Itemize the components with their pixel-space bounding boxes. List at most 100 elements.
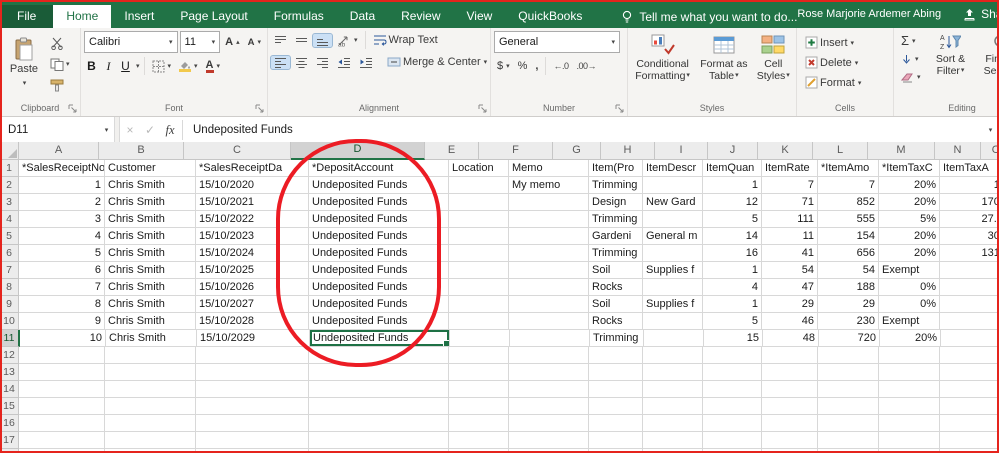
- cell-E11[interactable]: [450, 330, 510, 347]
- cell-L16[interactable]: [879, 415, 940, 432]
- column-header-G[interactable]: G: [553, 142, 601, 160]
- cell-J17[interactable]: [762, 432, 818, 449]
- cell-A14[interactable]: [19, 381, 105, 398]
- cell-I10[interactable]: 5: [703, 313, 762, 330]
- cell-C18[interactable]: [196, 449, 309, 453]
- row-header-18[interactable]: 18: [0, 449, 19, 453]
- column-header-D[interactable]: D: [291, 142, 425, 160]
- cell-L8[interactable]: 0%: [879, 279, 940, 296]
- cell-G14[interactable]: [589, 381, 643, 398]
- align-center-button[interactable]: [292, 56, 311, 69]
- cell-C10[interactable]: 15/10/2028: [196, 313, 309, 330]
- cell-L7[interactable]: Exempt: [879, 262, 940, 279]
- cell-B6[interactable]: Chris Smith: [105, 245, 196, 262]
- cell-B3[interactable]: Chris Smith: [105, 194, 196, 211]
- font-color-button[interactable]: A: [203, 59, 223, 74]
- column-header-E[interactable]: E: [425, 142, 479, 160]
- cell-A5[interactable]: 4: [19, 228, 105, 245]
- cell-G1[interactable]: Item(Pro: [589, 160, 643, 177]
- cell-I14[interactable]: [703, 381, 762, 398]
- clipboard-dialog-launcher[interactable]: [68, 104, 78, 114]
- cell-J7[interactable]: 54: [762, 262, 818, 279]
- cell-M12[interactable]: [940, 347, 999, 364]
- cell-I5[interactable]: 14: [703, 228, 762, 245]
- cell-K16[interactable]: [818, 415, 879, 432]
- cell-H12[interactable]: [643, 347, 703, 364]
- cell-E10[interactable]: [449, 313, 509, 330]
- cell-I12[interactable]: [703, 347, 762, 364]
- cell-M6[interactable]: 131.2: [940, 245, 999, 262]
- cell-E2[interactable]: [449, 177, 509, 194]
- cell-A18[interactable]: [19, 449, 105, 453]
- tab-insert[interactable]: Insert: [111, 5, 167, 28]
- name-box[interactable]: D11: [0, 117, 98, 143]
- column-header-A[interactable]: A: [19, 142, 99, 160]
- italic-button[interactable]: I: [101, 59, 116, 74]
- percent-style-button[interactable]: %: [515, 59, 531, 73]
- cell-B4[interactable]: Chris Smith: [105, 211, 196, 228]
- cell-H14[interactable]: [643, 381, 703, 398]
- cell-M15[interactable]: [940, 398, 999, 415]
- cell-L2[interactable]: 20%: [879, 177, 940, 194]
- cell-D12[interactable]: [309, 347, 449, 364]
- cell-I11[interactable]: 15: [704, 330, 763, 347]
- cell-D15[interactable]: [309, 398, 449, 415]
- cell-J18[interactable]: [762, 449, 818, 453]
- decrease-indent-button[interactable]: [334, 56, 354, 69]
- cell-M10[interactable]: [940, 313, 999, 330]
- cell-M7[interactable]: 0: [940, 262, 999, 279]
- column-header-F[interactable]: F: [479, 142, 553, 160]
- tab-formulas[interactable]: Formulas: [261, 5, 337, 28]
- cell-F10[interactable]: [509, 313, 589, 330]
- cell-D5[interactable]: Undeposited Funds: [309, 228, 449, 245]
- account-name[interactable]: Rose Marjorie Ardemer Abing: [797, 8, 941, 20]
- cell-B8[interactable]: Chris Smith: [105, 279, 196, 296]
- cell-D6[interactable]: Undeposited Funds: [309, 245, 449, 262]
- cell-C14[interactable]: [196, 381, 309, 398]
- cell-L13[interactable]: [879, 364, 940, 381]
- cell-J10[interactable]: 46: [762, 313, 818, 330]
- cell-D10[interactable]: Undeposited Funds: [309, 313, 449, 330]
- cell-J6[interactable]: 41: [762, 245, 818, 262]
- wrap-text-button[interactable]: Wrap Text: [370, 33, 441, 47]
- decrease-decimal-button[interactable]: .00→: [574, 60, 600, 72]
- align-left-button[interactable]: [270, 54, 291, 70]
- cell-D3[interactable]: Undeposited Funds: [309, 194, 449, 211]
- cell-M3[interactable]: 170.4: [940, 194, 999, 211]
- cell-M2[interactable]: 1.4: [940, 177, 999, 194]
- cell-G11[interactable]: Trimming: [590, 330, 644, 347]
- cell-D7[interactable]: Undeposited Funds: [309, 262, 449, 279]
- row-header-5[interactable]: 5: [0, 228, 19, 245]
- cell-F17[interactable]: [509, 432, 589, 449]
- cell-M18[interactable]: [940, 449, 999, 453]
- cell-C7[interactable]: 15/10/2025: [196, 262, 309, 279]
- cell-G3[interactable]: Design: [589, 194, 643, 211]
- number-format-combo[interactable]: General: [494, 31, 620, 53]
- insert-cells-button[interactable]: Insert: [802, 35, 864, 50]
- cell-A17[interactable]: [19, 432, 105, 449]
- cell-I8[interactable]: 4: [703, 279, 762, 296]
- cell-F8[interactable]: [509, 279, 589, 296]
- cut-button[interactable]: [48, 35, 72, 52]
- cell-L14[interactable]: [879, 381, 940, 398]
- cell-G5[interactable]: Gardeni: [589, 228, 643, 245]
- cell-L6[interactable]: 20%: [879, 245, 940, 262]
- cell-J13[interactable]: [762, 364, 818, 381]
- cell-E8[interactable]: [449, 279, 509, 296]
- cell-G17[interactable]: [589, 432, 643, 449]
- cell-C3[interactable]: 15/10/2021: [196, 194, 309, 211]
- cell-A15[interactable]: [19, 398, 105, 415]
- cell-I18[interactable]: [703, 449, 762, 453]
- cell-D13[interactable]: [309, 364, 449, 381]
- cell-F12[interactable]: [509, 347, 589, 364]
- tab-data[interactable]: Data: [337, 5, 388, 28]
- cell-F1[interactable]: Memo: [509, 160, 589, 177]
- cell-K14[interactable]: [818, 381, 879, 398]
- cell-I2[interactable]: 1: [703, 177, 762, 194]
- cell-A10[interactable]: 9: [19, 313, 105, 330]
- cell-E5[interactable]: [449, 228, 509, 245]
- cell-J11[interactable]: 48: [763, 330, 819, 347]
- cell-F5[interactable]: [509, 228, 589, 245]
- cell-A7[interactable]: 6: [19, 262, 105, 279]
- cell-A3[interactable]: 2: [19, 194, 105, 211]
